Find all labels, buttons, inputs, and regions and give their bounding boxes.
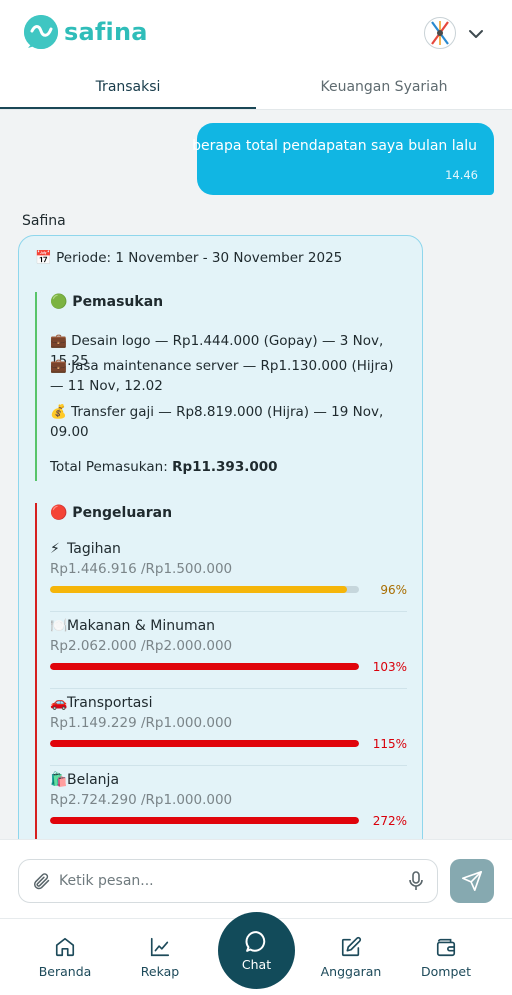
tab-transaksi[interactable]: Transaksi: [0, 66, 256, 109]
income-total-value: Rp11.393.000: [172, 459, 278, 475]
expense-amount: Rp2.724.290 /Rp1.000.000: [50, 792, 233, 808]
expense-item-tagihan: ⚡ Tagihan Rp1.446.916 /Rp1.500.000 96%: [50, 535, 407, 612]
chevron-down-icon[interactable]: [467, 26, 485, 40]
nav-label: Anggaran: [320, 964, 382, 979]
budget-progress-bar: [50, 586, 359, 593]
expense-name: Belanja: [67, 772, 120, 788]
budget-percent: 103%: [372, 660, 407, 674]
edit-icon: [341, 936, 362, 957]
avatar[interactable]: [424, 17, 456, 49]
periode-text: 📅 Periode: 1 November - 30 November 2025: [35, 250, 343, 266]
expense-name: Tagihan: [67, 541, 121, 557]
expense-section: 🔴 Pengeluaran ⚡ Tagihan Rp1.446.916 /Rp1.…: [35, 503, 409, 839]
bot-sender-name: Safina: [22, 213, 66, 229]
income-total: Total Pemasukan: Rp11.393.000: [50, 459, 278, 475]
nav-label: Dompet: [421, 964, 471, 979]
shopping-bag-icon: 🛍️: [50, 772, 68, 788]
expense-amount: Rp2.062.000 /Rp2.000.000: [50, 638, 233, 654]
chat-bubble-icon: [245, 931, 266, 952]
nav-anggaran[interactable]: Anggaran: [306, 919, 396, 995]
bottom-nav: Beranda Rekap Chat Anggaran Dompet: [0, 912, 512, 995]
app-name: safina: [64, 18, 148, 46]
budget-percent: 96%: [380, 583, 407, 597]
car-icon: 🚗: [50, 695, 68, 711]
bot-message-card: 📅 Periode: 1 November - 30 November 2025…: [18, 235, 423, 839]
user-message-text: berapa total pendapatan saya bulan lalu: [192, 138, 477, 154]
budget-progress-fill: [50, 586, 347, 593]
safina-logo[interactable]: safina: [24, 15, 148, 49]
expense-amount: Rp1.149.229 /Rp1.000.000: [50, 715, 233, 731]
nav-label: Chat: [241, 957, 272, 972]
expense-amount: Rp1.446.916 /Rp1.500.000: [50, 561, 233, 577]
expense-item-makanan: 🍽️Makanan & Minuman Rp2.062.000 /Rp2.000…: [50, 612, 407, 689]
budget-progress-fill: [50, 663, 359, 670]
send-icon: [462, 871, 482, 891]
budget-progress-fill: [50, 740, 359, 747]
budget-progress-bar: [50, 663, 359, 670]
message-input-box: [18, 859, 438, 903]
nav-beranda[interactable]: Beranda: [20, 919, 110, 995]
income-title: 🟢 Pemasukan: [50, 294, 164, 310]
expense-name: Makanan & Minuman: [67, 618, 216, 634]
nav-chat[interactable]: Chat: [218, 912, 295, 989]
message-input[interactable]: [59, 860, 389, 902]
income-item: 💼 Jasa maintenance server — Rp1.130.000 …: [50, 358, 394, 394]
nav-rekap[interactable]: Rekap: [115, 919, 205, 995]
user-message-bubble: berapa total pendapatan saya bulan lalu …: [192, 123, 494, 195]
chat-area[interactable]: berapa total pendapatan saya bulan lalu …: [0, 110, 512, 839]
logo-mark-icon: [24, 15, 58, 49]
budget-progress-bar: [50, 817, 359, 824]
nav-label: Rekap: [140, 964, 180, 979]
home-icon: [55, 937, 75, 957]
nav-label: Beranda: [38, 964, 92, 979]
expense-title: 🔴 Pengeluaran: [50, 505, 173, 521]
send-button[interactable]: [450, 859, 494, 903]
wallet-icon: [436, 938, 456, 957]
message-input-area: [0, 839, 512, 918]
expense-item-belanja: 🛍️Belanja Rp2.724.290 /Rp1.000.000 272%: [50, 766, 407, 839]
lightning-icon: ⚡: [50, 541, 60, 557]
tab-keuangan-syariah[interactable]: Keuangan Syariah: [256, 66, 512, 109]
app-header: safina: [0, 0, 512, 66]
plate-icon: 🍽️: [50, 618, 68, 634]
income-total-label: Total Pemasukan:: [50, 459, 173, 475]
budget-percent: 272%: [372, 814, 407, 828]
expense-name: Transportasi: [67, 695, 153, 711]
tab-bar: Transaksi Keuangan Syariah: [0, 66, 512, 110]
microphone-icon[interactable]: [407, 871, 425, 891]
user-message-time: 14.46: [445, 168, 478, 182]
nav-dompet[interactable]: Dompet: [401, 919, 491, 995]
budget-progress-bar: [50, 740, 359, 747]
budget-progress-fill: [50, 817, 359, 824]
budget-percent: 115%: [372, 737, 407, 751]
income-section: 🟢 Pemasukan 💼 Desain logo — Rp1.444.000 …: [35, 292, 409, 481]
paperclip-icon[interactable]: [31, 871, 51, 891]
income-item: 💰 Transfer gaji — Rp8.819.000 (Hijra) — …: [50, 404, 384, 440]
chart-line-icon: [150, 937, 170, 957]
expense-item-transportasi: 🚗Transportasi Rp1.149.229 /Rp1.000.000 1…: [50, 689, 407, 766]
